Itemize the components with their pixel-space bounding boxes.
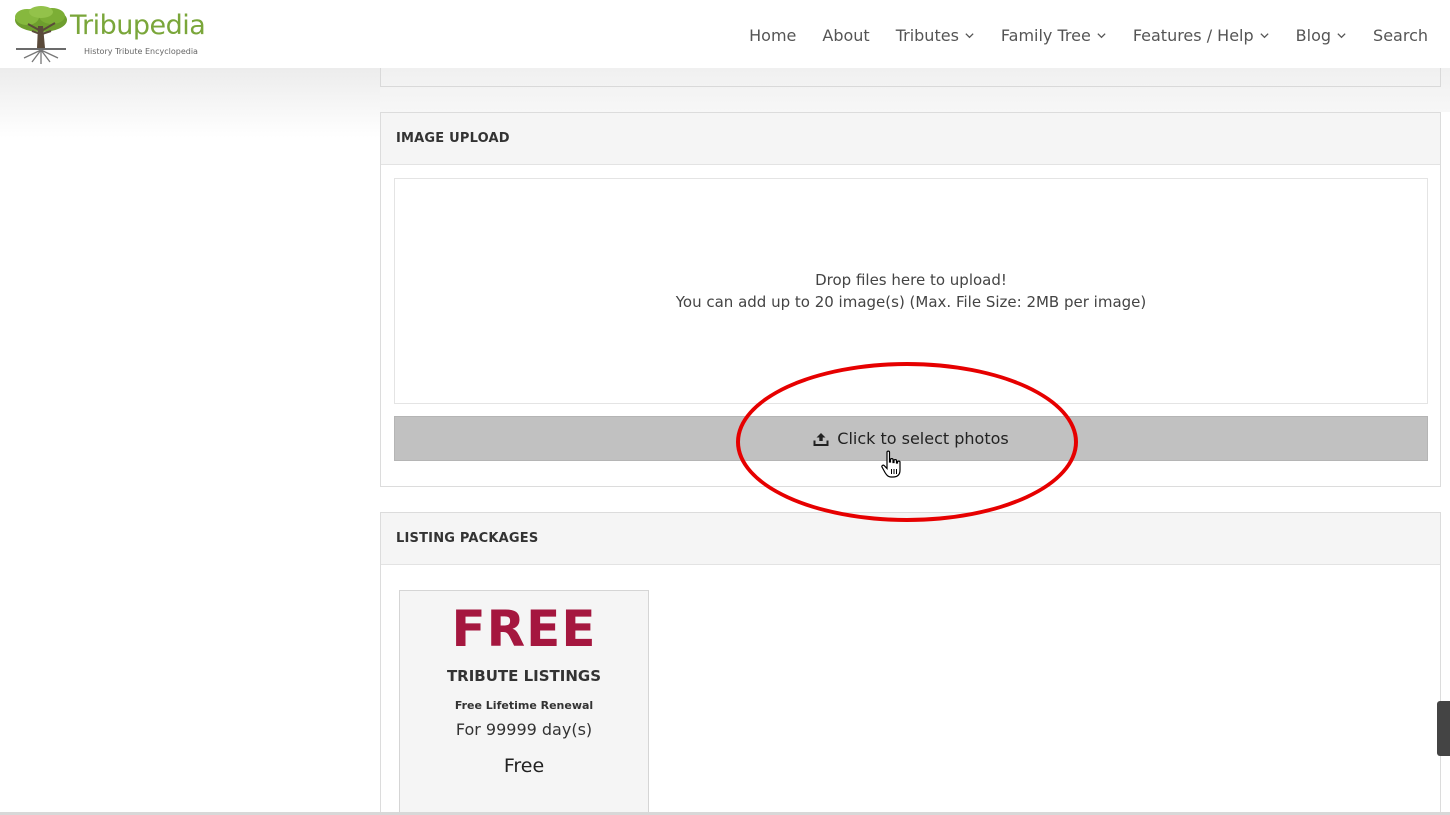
brand-tagline: History Tribute Encyclopedia <box>84 47 198 56</box>
listing-packages-heading: LISTING PACKAGES <box>381 513 1440 565</box>
nav-label: Family Tree <box>1000 26 1091 45</box>
nav-label: Features / Help <box>1132 26 1254 45</box>
nav-home[interactable]: Home <box>749 26 796 45</box>
nav-label: Blog <box>1295 26 1332 45</box>
chevron-down-icon <box>1337 33 1346 39</box>
listing-packages-panel: LISTING PACKAGES FREE TRIBUTE LISTINGS F… <box>380 512 1441 815</box>
scroll-to-top-tab[interactable] <box>1437 701 1450 756</box>
nav-family-tree[interactable]: Family Tree <box>1001 26 1107 45</box>
package-type: TRIBUTE LISTINGS <box>446 667 602 685</box>
page: Tribupedia History Tribute Encyclopedia … <box>0 0 1450 815</box>
free-package-card[interactable]: FREE TRIBUTE LISTINGS Free Lifetime Rene… <box>399 590 649 815</box>
nav-blog[interactable]: Blog <box>1296 26 1347 45</box>
nav-label: Home <box>749 26 797 45</box>
chevron-down-icon <box>965 33 974 39</box>
package-renewal: Free Lifetime Renewal <box>454 699 594 712</box>
package-cost: Free <box>503 755 545 777</box>
nav-label: About <box>822 26 870 45</box>
dropzone-text-secondary: You can add up to 20 image(s) (Max. File… <box>675 293 1147 311</box>
tree-logo-icon <box>15 6 67 64</box>
hand-pointer-icon <box>881 450 901 478</box>
nav-about[interactable]: About <box>822 26 869 45</box>
select-photos-button[interactable]: Click to select photos <box>394 416 1428 461</box>
main-nav: Home About Tributes Family Tree Features… <box>749 26 1428 45</box>
site-logo[interactable]: Tribupedia History Tribute Encyclopedia <box>12 4 212 64</box>
nav-features-help[interactable]: Features / Help <box>1133 26 1270 45</box>
nav-label: Tributes <box>895 26 959 45</box>
package-price-title: FREE <box>451 600 597 658</box>
nav-tributes[interactable]: Tributes <box>896 26 975 45</box>
brand-name: Tribupedia <box>70 10 206 41</box>
image-upload-panel: IMAGE UPLOAD Drop files here to upload! … <box>380 112 1441 487</box>
upload-icon <box>813 432 829 446</box>
package-duration: For 99999 day(s) <box>455 720 593 739</box>
chevron-down-icon <box>1097 33 1106 39</box>
nav-search[interactable]: Search <box>1373 26 1428 45</box>
nav-label: Search <box>1373 26 1428 45</box>
select-photos-label: Click to select photos <box>837 429 1009 448</box>
upload-dropzone[interactable]: Drop files here to upload! You can add u… <box>394 178 1428 404</box>
site-header: Tribupedia History Tribute Encyclopedia … <box>0 0 1450 68</box>
chevron-down-icon <box>1260 33 1269 39</box>
left-background <box>0 68 380 138</box>
dropzone-text-primary: Drop files here to upload! <box>815 271 1007 289</box>
image-upload-heading: IMAGE UPLOAD <box>381 113 1440 165</box>
